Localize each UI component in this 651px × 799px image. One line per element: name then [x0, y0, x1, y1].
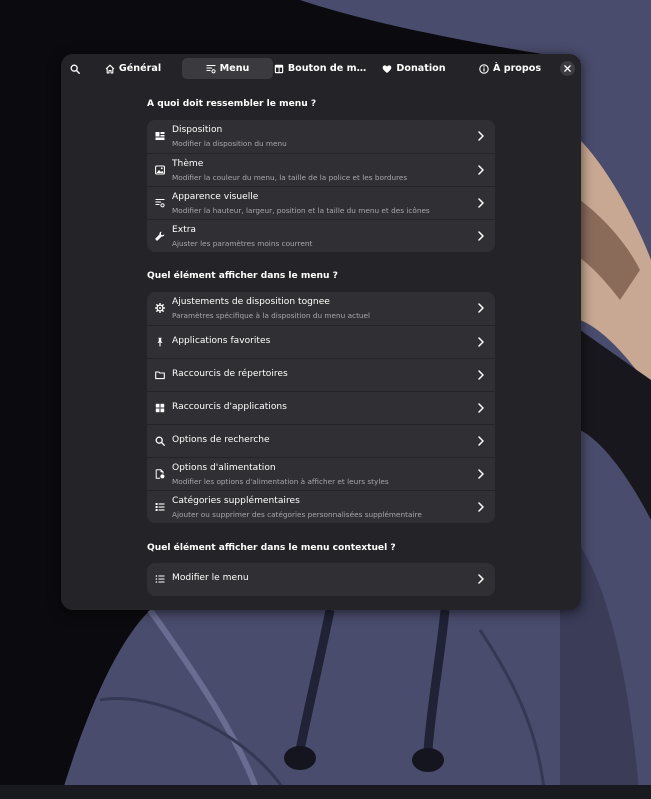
- group-menu-elements: Ajustements de disposition tognee Paramè…: [147, 292, 495, 523]
- pin-icon: [157, 337, 163, 347]
- folder-icon: [155, 371, 165, 380]
- chevron-right-icon: [478, 231, 484, 241]
- heart-icon: [383, 64, 392, 73]
- section-title-menu-elements: Quel élément afficher dans le menu ?: [147, 271, 338, 281]
- row-visual-appearance[interactable]: Apparence visuelle Modifier la hauteur, …: [147, 186, 495, 219]
- tab-donation-label: Donation: [396, 63, 446, 74]
- row-app-shortcuts[interactable]: Raccourcis d'applications: [147, 391, 495, 424]
- close-icon: [564, 65, 571, 72]
- section-title-context-menu: Quel élément afficher dans le menu conte…: [147, 543, 396, 553]
- row-title: Modifier le menu: [172, 573, 249, 583]
- row-title: Raccourcis d'applications: [172, 402, 287, 412]
- chevron-right-icon: [478, 198, 484, 208]
- row-power-options[interactable]: Options d'alimentation Modifier les opti…: [147, 457, 495, 490]
- chevron-right-icon: [478, 131, 484, 141]
- menu-settings-icon: [206, 64, 216, 73]
- close-button[interactable]: [560, 61, 575, 76]
- power-icon: [155, 469, 165, 479]
- theme-icon: [155, 165, 165, 175]
- search-icon: [70, 64, 80, 74]
- section-title-appearance: A quoi doit ressembler le menu ?: [147, 99, 317, 109]
- row-directory-shortcuts[interactable]: Raccourcis de répertoires: [147, 358, 495, 391]
- tab-about-label: À propos: [492, 63, 542, 74]
- gear-icon: [155, 303, 165, 313]
- tab-menu[interactable]: Menu: [182, 58, 273, 79]
- chevron-right-icon: [478, 165, 484, 175]
- row-title: Disposition: [172, 125, 223, 135]
- row-extra-categories[interactable]: Catégories supplémentaires Ajouter ou su…: [147, 490, 495, 523]
- header-bar: Général Menu Bouton de m… Donation À pro…: [61, 56, 581, 82]
- taskbar-strip: [0, 785, 651, 799]
- row-title: Apparence visuelle: [172, 192, 259, 202]
- chevron-right-icon: [478, 502, 484, 512]
- row-search-options[interactable]: Options de recherche: [147, 424, 495, 457]
- row-subtitle: Modifier la couleur du menu, la taille d…: [172, 173, 408, 182]
- row-subtitle: Modifier la disposition du menu: [172, 139, 287, 148]
- info-icon: [479, 63, 489, 74]
- group-appearance: Disposition Modifier la disposition du m…: [147, 120, 495, 252]
- chevron-right-icon: [478, 436, 484, 446]
- row-extra[interactable]: Extra Ajuster les paramètres moins courr…: [147, 219, 495, 252]
- row-subtitle: Ajouter ou supprimer des catégories pers…: [172, 510, 422, 519]
- row-disposition[interactable]: Disposition Modifier la disposition du m…: [147, 120, 495, 153]
- chevron-right-icon: [478, 469, 484, 479]
- row-layout-tweaks[interactable]: Ajustements de disposition tognee Paramè…: [147, 292, 495, 325]
- row-subtitle: Modifier la hauteur, largeur, position e…: [172, 206, 430, 215]
- row-title: Options de recherche: [172, 435, 270, 445]
- home-icon: [105, 64, 115, 74]
- group-context-menu: Modifier le menu: [147, 563, 495, 596]
- row-title: Raccourcis de répertoires: [172, 369, 288, 379]
- list-icon: [155, 575, 165, 583]
- preferences-window: Général Menu Bouton de m… Donation À pro…: [61, 54, 581, 610]
- search-icon: [155, 436, 165, 446]
- row-edit-menu[interactable]: Modifier le menu: [147, 563, 495, 596]
- chevron-right-icon: [478, 337, 484, 347]
- tab-donation[interactable]: Donation: [376, 58, 452, 79]
- row-subtitle: Ajuster les paramètres moins courrent: [172, 239, 313, 248]
- chevron-right-icon: [478, 370, 484, 380]
- wrench-icon: [155, 231, 165, 241]
- row-theme[interactable]: Thème Modifier la couleur du menu, la ta…: [147, 153, 495, 186]
- row-title: Thème: [172, 159, 204, 169]
- chevron-right-icon: [478, 303, 484, 313]
- tab-about[interactable]: À propos: [466, 58, 554, 79]
- tab-general-label: Général: [118, 63, 162, 74]
- row-subtitle: Modifier les options d'alimentation à af…: [172, 477, 389, 486]
- tab-menu-button-label: Bouton de m…: [287, 63, 367, 74]
- app-grid-icon: [155, 403, 165, 413]
- row-title: Applications favorites: [172, 336, 271, 346]
- tab-menu-button[interactable]: Bouton de m…: [274, 58, 367, 79]
- row-favorite-apps[interactable]: Applications favorites: [147, 325, 495, 358]
- search-button[interactable]: [66, 58, 84, 79]
- row-title: Ajustements de disposition tognee: [172, 297, 330, 307]
- row-title: Catégories supplémentaires: [172, 496, 300, 506]
- chevron-right-icon: [478, 403, 484, 413]
- tab-general[interactable]: Général: [97, 58, 169, 79]
- row-subtitle: Paramètres spécifique à la disposition d…: [172, 311, 371, 320]
- categories-icon: [155, 503, 165, 511]
- chevron-right-icon: [478, 574, 484, 584]
- row-title: Options d'alimentation: [172, 463, 276, 473]
- tab-menu-label: Menu: [219, 63, 250, 74]
- disposition-icon: [155, 132, 165, 140]
- row-title: Extra: [172, 225, 197, 235]
- appearance-icon: [155, 198, 165, 208]
- layout-icon: [274, 64, 284, 73]
